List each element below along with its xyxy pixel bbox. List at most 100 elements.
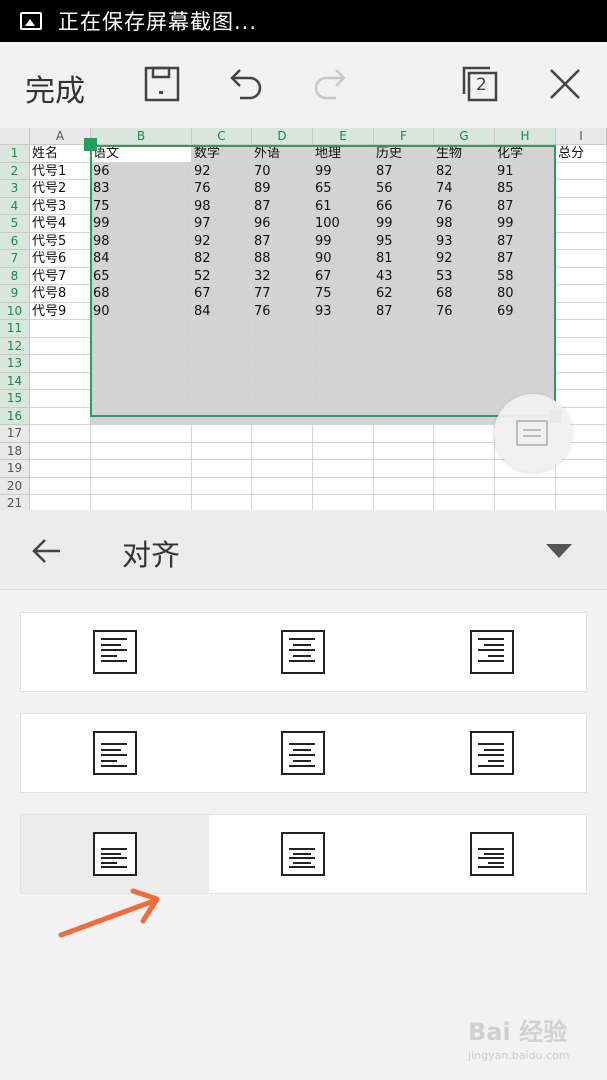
table-cell[interactable]: 76 (252, 302, 313, 320)
align-top-right-button[interactable] (398, 613, 586, 691)
table-cell[interactable] (556, 460, 607, 478)
table-cell[interactable] (313, 425, 374, 443)
table-cell[interactable] (434, 355, 495, 373)
table-cell[interactable]: 81 (374, 250, 434, 268)
table-cell[interactable] (192, 337, 252, 355)
table-cell[interactable]: 96 (91, 162, 192, 180)
table-cell[interactable]: 外语 (252, 145, 313, 163)
table-cell[interactable] (374, 425, 434, 443)
table-cell[interactable]: 代号2 (30, 180, 91, 198)
table-cell[interactable]: 97 (192, 215, 252, 233)
table-cell[interactable] (192, 477, 252, 495)
table-cell[interactable] (434, 425, 495, 443)
table-cell[interactable] (313, 337, 374, 355)
table-cell[interactable]: 99 (313, 232, 374, 250)
table-cell[interactable] (252, 442, 313, 460)
row-header[interactable]: 12 (0, 337, 30, 355)
table-cell[interactable] (556, 215, 607, 233)
table-cell[interactable] (91, 320, 192, 338)
table-cell[interactable]: 99 (313, 162, 374, 180)
table-cell[interactable]: 65 (313, 180, 374, 198)
column-header[interactable]: E (313, 128, 374, 145)
back-arrow-icon[interactable] (30, 534, 64, 568)
column-header[interactable]: B (91, 128, 192, 145)
table-cell[interactable]: 52 (192, 267, 252, 285)
table-cell[interactable] (313, 320, 374, 338)
row-header[interactable]: 14 (0, 372, 30, 390)
table-cell[interactable]: 代号4 (30, 215, 91, 233)
table-cell[interactable] (30, 407, 91, 425)
table-cell[interactable] (252, 495, 313, 510)
table-cell[interactable]: 80 (495, 285, 556, 303)
table-cell[interactable]: 87 (374, 302, 434, 320)
table-cell[interactable] (91, 372, 192, 390)
table-cell[interactable] (252, 320, 313, 338)
table-cell[interactable] (556, 372, 607, 390)
table-cell[interactable]: 68 (434, 285, 495, 303)
redo-icon[interactable] (310, 64, 350, 104)
table-cell[interactable] (556, 197, 607, 215)
undo-icon[interactable] (226, 64, 266, 104)
align-bottom-left-button[interactable] (21, 815, 210, 893)
table-cell[interactable] (192, 320, 252, 338)
row-header[interactable]: 21 (0, 495, 30, 510)
table-cell[interactable]: 代号5 (30, 232, 91, 250)
table-cell[interactable]: 93 (434, 232, 495, 250)
row-header[interactable]: 19 (0, 460, 30, 478)
table-cell[interactable]: 65 (91, 267, 192, 285)
table-cell[interactable]: 67 (313, 267, 374, 285)
table-cell[interactable]: 76 (434, 197, 495, 215)
row-header[interactable]: 10 (0, 302, 30, 320)
table-cell[interactable] (192, 372, 252, 390)
table-cell[interactable] (434, 495, 495, 510)
table-cell[interactable]: 83 (91, 180, 192, 198)
table-cell[interactable] (434, 372, 495, 390)
table-cell[interactable] (91, 460, 192, 478)
table-cell[interactable]: 代号8 (30, 285, 91, 303)
table-cell[interactable]: 75 (313, 285, 374, 303)
spreadsheet-grid[interactable]: A B C D E F G H I 1 姓名 语文 数学 外语 地理 历史 生物 化学 总分 2 代号1 96 92 70 99… (0, 128, 607, 510)
table-cell[interactable]: 87 (495, 197, 556, 215)
row-header[interactable]: 1 (0, 145, 30, 163)
table-cell[interactable]: 84 (192, 302, 252, 320)
table-cell[interactable]: 77 (252, 285, 313, 303)
table-cell[interactable]: 代号9 (30, 302, 91, 320)
table-cell[interactable] (313, 372, 374, 390)
table-cell[interactable] (495, 372, 556, 390)
table-cell[interactable] (313, 442, 374, 460)
table-cell[interactable]: 语文 (91, 145, 192, 163)
table-cell[interactable]: 98 (192, 197, 252, 215)
row-header[interactable]: 2 (0, 162, 30, 180)
row-header[interactable]: 11 (0, 320, 30, 338)
table-cell[interactable]: 95 (374, 232, 434, 250)
table-cell[interactable] (252, 477, 313, 495)
table-cell[interactable]: 90 (91, 302, 192, 320)
row-header[interactable]: 15 (0, 390, 30, 408)
table-cell[interactable] (91, 407, 192, 425)
table-cell[interactable] (434, 407, 495, 425)
table-cell[interactable] (434, 337, 495, 355)
table-cell[interactable]: 76 (434, 302, 495, 320)
table-cell[interactable] (30, 320, 91, 338)
table-cell[interactable] (252, 337, 313, 355)
table-cell[interactable]: 70 (252, 162, 313, 180)
table-cell[interactable]: 99 (374, 215, 434, 233)
select-all-corner[interactable] (0, 128, 30, 145)
row-header[interactable]: 16 (0, 407, 30, 425)
table-cell[interactable]: 90 (313, 250, 374, 268)
table-cell[interactable] (252, 407, 313, 425)
table-cell[interactable]: 87 (495, 250, 556, 268)
table-cell[interactable]: 91 (495, 162, 556, 180)
table-cell[interactable] (91, 477, 192, 495)
table-cell[interactable]: 92 (434, 250, 495, 268)
table-cell[interactable]: 87 (252, 232, 313, 250)
table-cell[interactable] (374, 442, 434, 460)
row-header[interactable]: 13 (0, 355, 30, 373)
table-cell[interactable]: 74 (434, 180, 495, 198)
table-cell[interactable] (30, 442, 91, 460)
table-cell[interactable] (374, 372, 434, 390)
table-cell[interactable] (313, 407, 374, 425)
table-cell[interactable] (556, 302, 607, 320)
align-bottom-center-button[interactable] (209, 815, 397, 893)
table-cell[interactable] (556, 267, 607, 285)
